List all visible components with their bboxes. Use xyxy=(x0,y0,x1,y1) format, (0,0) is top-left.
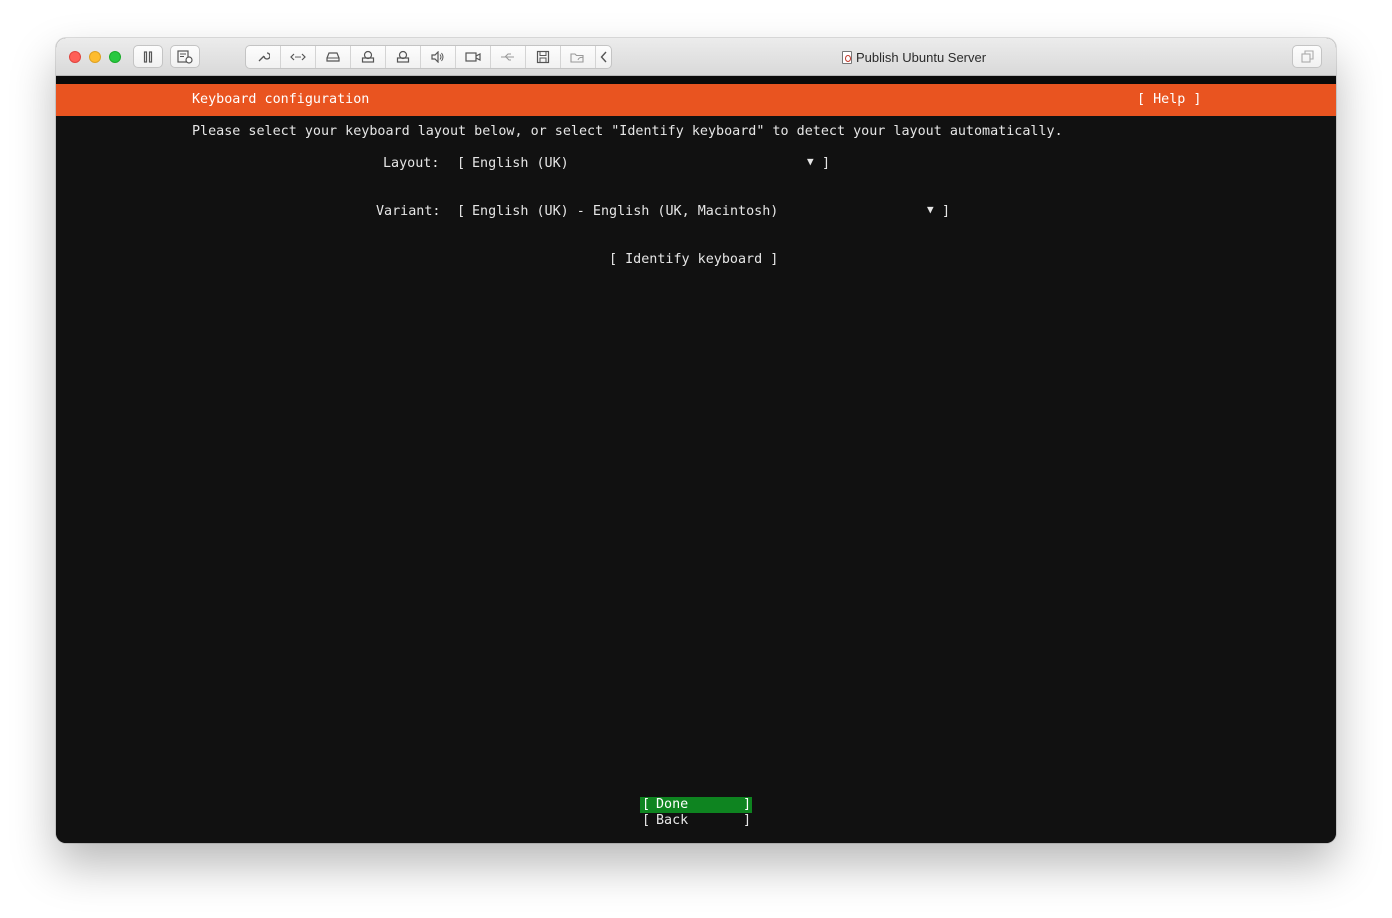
console-top-strip xyxy=(56,76,1336,84)
zoom-window-button[interactable] xyxy=(109,51,121,63)
hard-disk-icon xyxy=(326,52,340,62)
layout-label: Layout: xyxy=(383,156,440,171)
close-window-button[interactable] xyxy=(69,51,81,63)
instructions-text: Please select your keyboard layout below… xyxy=(192,124,1063,139)
shared-folder-button[interactable] xyxy=(561,46,596,68)
cd-dvd-2-button[interactable] xyxy=(386,46,421,68)
back-close-bracket: ] xyxy=(743,813,752,828)
floppy-disk-icon xyxy=(536,50,550,64)
window-title: Publish Ubuntu Server xyxy=(842,49,986,65)
chevron-down-icon: ▼ xyxy=(927,203,934,216)
vm-console[interactable]: Keyboard configuration [ Help ] Please s… xyxy=(56,76,1336,843)
back-open-bracket: [ xyxy=(642,813,651,828)
layout-value: English (UK) xyxy=(472,156,569,171)
wrench-icon xyxy=(258,52,270,62)
hard-disk-button[interactable] xyxy=(316,46,351,68)
pause-icon xyxy=(143,50,153,63)
layout-close-bracket: ] xyxy=(822,156,831,171)
snapshot-button[interactable] xyxy=(170,45,200,68)
done-close-bracket: ] xyxy=(743,797,752,812)
usb-icon xyxy=(501,53,514,61)
layout-open-bracket: [ xyxy=(457,156,466,171)
network-icon xyxy=(290,53,306,61)
variant-open-bracket: [ xyxy=(457,204,466,219)
pause-vm-button[interactable] xyxy=(133,45,163,68)
vm-window: Publish Ubuntu Server Keyboard configura… xyxy=(56,38,1336,843)
window-titlebar: Publish Ubuntu Server xyxy=(56,38,1336,76)
back-label: Back xyxy=(656,813,689,828)
camera-icon xyxy=(465,52,481,62)
variant-label: Variant: xyxy=(376,204,441,219)
usb-button[interactable] xyxy=(491,46,526,68)
done-label: Done xyxy=(656,797,689,812)
cd-dvd-button[interactable] xyxy=(351,46,386,68)
speaker-icon xyxy=(431,51,444,63)
done-open-bracket: [ xyxy=(642,797,651,812)
variant-close-bracket: ] xyxy=(942,204,951,219)
document-icon xyxy=(842,50,852,64)
settings-button[interactable] xyxy=(246,46,281,68)
header-title: Keyboard configuration xyxy=(192,92,370,107)
shared-folder-icon xyxy=(570,52,584,63)
camera-button[interactable] xyxy=(456,46,491,68)
sound-button[interactable] xyxy=(421,46,456,68)
chevron-left-icon xyxy=(600,51,607,63)
fullscreen-button[interactable] xyxy=(1292,45,1322,68)
collapse-toolbar-button[interactable] xyxy=(596,46,611,68)
window-title-text: Publish Ubuntu Server xyxy=(856,49,987,65)
optical-drive-icon xyxy=(361,50,375,63)
snapshot-icon xyxy=(177,49,193,64)
device-toolbar xyxy=(245,45,612,69)
overlapping-windows-icon xyxy=(1300,50,1314,63)
floppy-button[interactable] xyxy=(526,46,561,68)
variant-value: English (UK) - English (UK, Macintosh) xyxy=(472,204,779,219)
installer-header: Keyboard configuration [ Help ] xyxy=(56,84,1336,116)
minimize-window-button[interactable] xyxy=(89,51,101,63)
network-button[interactable] xyxy=(281,46,316,68)
chevron-down-icon: ▼ xyxy=(807,155,814,168)
help-button[interactable]: [ Help ] xyxy=(1137,92,1202,108)
optical-drive-icon xyxy=(396,50,410,63)
identify-keyboard-button[interactable]: [ Identify keyboard ] xyxy=(609,252,778,268)
